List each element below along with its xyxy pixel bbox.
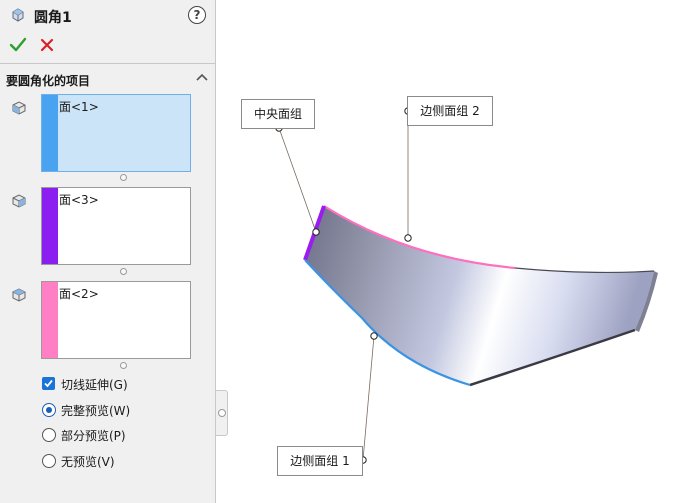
list-item[interactable]: 面<2> xyxy=(59,285,99,302)
feature-title-row: 圆角1 ? xyxy=(10,6,210,26)
feature-title: 圆角1 xyxy=(34,10,72,26)
no-preview-radio[interactable] xyxy=(42,454,56,468)
partial-preview-label: 部分预览(P) xyxy=(61,429,126,443)
resize-handle[interactable] xyxy=(120,268,127,275)
partial-preview-radio[interactable] xyxy=(42,428,56,442)
help-button[interactable]: ? xyxy=(188,6,206,24)
fillet-preview-model[interactable] xyxy=(217,0,700,503)
divider xyxy=(0,63,216,64)
leader-line-center xyxy=(278,127,317,233)
face-select-icon xyxy=(12,288,26,302)
tangent-label: 切线延伸(G) xyxy=(61,378,128,392)
full-preview-radio[interactable] xyxy=(42,403,56,417)
face-color-swatch xyxy=(42,282,58,358)
section-title: 要圆角化的项目 xyxy=(6,74,91,88)
face-select-icon xyxy=(12,101,26,115)
leader-line-side1 xyxy=(362,335,375,461)
check-icon xyxy=(44,379,53,388)
chevron-up-icon[interactable] xyxy=(196,72,208,82)
face-selection-list-3[interactable]: 面<2> xyxy=(41,281,191,359)
property-manager-panel: 圆角1 ? 要圆角化的项目 面<1> 面<3> 面<2> 切线延伸(G) 完整预… xyxy=(0,0,216,503)
no-preview-label: 无预览(V) xyxy=(61,455,115,469)
callout-center-face-set[interactable]: 中央面组 xyxy=(241,99,315,129)
face-color-swatch xyxy=(42,188,58,264)
list-item[interactable]: 面<3> xyxy=(59,191,99,208)
resize-handle[interactable] xyxy=(120,362,127,369)
list-item[interactable]: 面<1> xyxy=(59,98,99,115)
fillet-feature-icon xyxy=(12,8,24,22)
face-selection-list-2[interactable]: 面<3> xyxy=(41,187,191,265)
callout-side-face-set-1[interactable]: 边侧面组 1 xyxy=(277,446,363,476)
face-select-icon xyxy=(12,194,26,208)
surface-body xyxy=(305,206,654,385)
face-selection-list-1[interactable]: 面<1> xyxy=(41,94,191,172)
face-color-swatch xyxy=(42,95,58,171)
ok-check-icon[interactable] xyxy=(9,36,27,54)
tangent-checkbox[interactable] xyxy=(42,377,55,390)
graphics-viewport[interactable]: 中央面组 边侧面组 2 边侧面组 1 xyxy=(217,0,700,503)
callout-side-face-set-2[interactable]: 边侧面组 2 xyxy=(407,96,493,126)
full-preview-label: 完整预览(W) xyxy=(61,404,131,418)
cancel-x-icon[interactable] xyxy=(38,36,56,54)
resize-handle[interactable] xyxy=(120,174,127,181)
